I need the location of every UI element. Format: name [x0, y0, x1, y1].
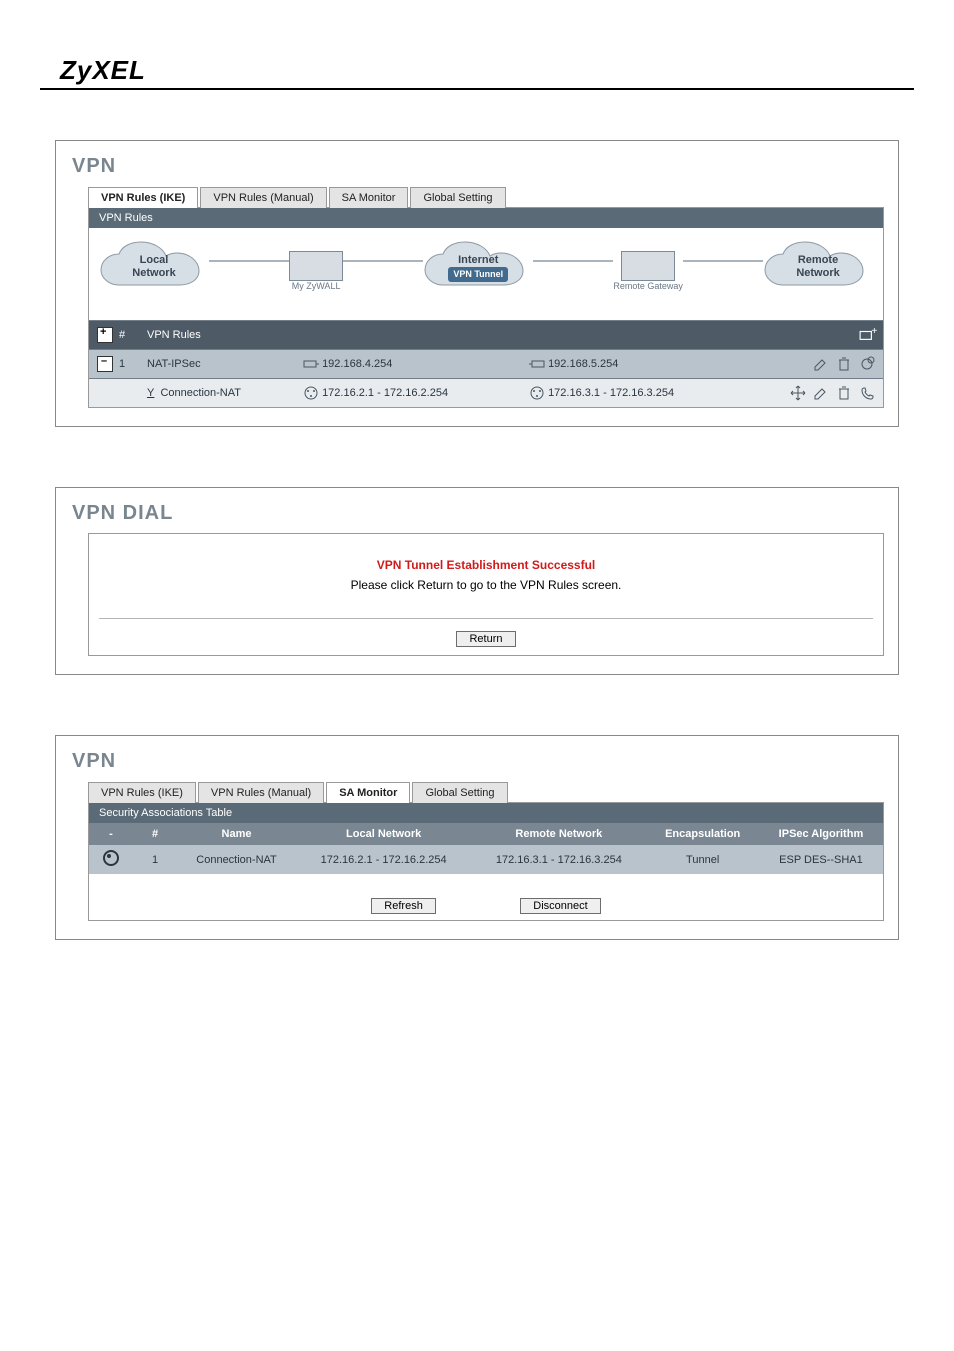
wire-icon [209, 260, 289, 262]
tab-vpn-rules-manual[interactable]: VPN Rules (Manual) [198, 782, 324, 803]
remote-gateway-device: Remote Gateway [613, 251, 683, 291]
column-encapsulation: Encapsulation [646, 823, 759, 845]
policy-name: Connection-NAT [160, 387, 241, 399]
gateway-row: 1 NAT-IPSec 192.168.4.254 192.168.5.254 [89, 350, 883, 379]
column-number: # [133, 823, 177, 845]
column-number-header: # [119, 329, 125, 341]
add-policy-icon[interactable] [859, 356, 875, 372]
internet-cloud: Internet VPN Tunnel [423, 240, 533, 302]
local-network-label: LocalNetwork [99, 254, 209, 280]
tab-vpn-rules-manual[interactable]: VPN Rules (Manual) [200, 187, 326, 208]
column-local-network: Local Network [296, 823, 471, 845]
brand-logo: ZyXEL [60, 55, 954, 86]
remote-network-range: 172.16.3.1 - 172.16.3.254 [548, 387, 674, 399]
column-ipsec-algorithm: IPSec Algorithm [759, 823, 883, 845]
wire-icon [683, 260, 763, 262]
edit-icon[interactable] [813, 356, 829, 372]
tab-global-setting[interactable]: Global Setting [412, 782, 507, 803]
device-icon [621, 251, 675, 281]
sa-table-row: 1 Connection-NAT 172.16.2.1 - 172.16.2.2… [89, 845, 883, 874]
divider [99, 618, 873, 619]
sa-monitor-panel: VPN VPN Rules (IKE) VPN Rules (Manual) S… [55, 735, 899, 940]
gateway-name: NAT-IPSec [139, 350, 295, 379]
vpn-tabs: VPN Rules (IKE) VPN Rules (Manual) SA Mo… [88, 186, 884, 207]
vpn-tunnel-badge: VPN Tunnel [448, 267, 508, 282]
move-icon[interactable] [790, 385, 806, 401]
tab-vpn-rules-ike[interactable]: VPN Rules (IKE) [88, 782, 196, 803]
rules-header-name: VPN Rules [139, 321, 747, 350]
policy-active-marker: Y [147, 387, 154, 399]
expand-all-icon[interactable] [97, 327, 113, 343]
my-zywall-label: My ZyWALL [292, 281, 341, 291]
wire-icon [533, 260, 613, 262]
remote-network-label: RemoteNetwork [763, 254, 873, 280]
row-number: 1 [133, 845, 177, 874]
column-remote-network: Remote Network [471, 823, 646, 845]
sa-table-header: - # Name Local Network Remote Network En… [89, 823, 883, 845]
panel-title: VPN [72, 155, 884, 178]
panel-title: VPN DIAL [72, 502, 884, 525]
header-divider [40, 88, 914, 90]
sa-table: - # Name Local Network Remote Network En… [89, 823, 883, 874]
local-network-range: 172.16.2.1 - 172.16.2.254 [322, 387, 448, 399]
dial-body: VPN Tunnel Establishment Successful Plea… [88, 533, 884, 656]
vpn-rules-section-bar: VPN Rules [89, 208, 883, 228]
topology-diagram: LocalNetwork My ZyWALL Internet VPN Tunn… [89, 228, 883, 320]
rules-header-row: # VPN Rules + [89, 321, 883, 350]
row-select-radio[interactable] [103, 850, 119, 866]
policy-row: Y Connection-NAT 172.16.2.1 - 172.16.2.2… [89, 379, 883, 408]
tab-vpn-rules-ike[interactable]: VPN Rules (IKE) [88, 187, 198, 208]
remote-network-cloud: RemoteNetwork [763, 240, 873, 302]
edit-icon[interactable] [813, 385, 829, 401]
column-select: - [89, 823, 133, 845]
row-local-network: 172.16.2.1 - 172.16.2.254 [296, 845, 471, 874]
row-name: Connection-NAT [177, 845, 296, 874]
collapse-icon[interactable] [97, 356, 113, 372]
vpn-dial-panel: VPN DIAL VPN Tunnel Establishment Succes… [55, 487, 899, 675]
refresh-button[interactable]: Refresh [371, 898, 436, 914]
delete-icon[interactable] [836, 385, 852, 401]
vpn-dial-hint: Please click Return to go to the VPN Rul… [99, 578, 873, 592]
sa-buttons: Refresh Disconnect [89, 874, 883, 920]
device-icon [289, 251, 343, 281]
my-zywall-device: My ZyWALL [289, 251, 343, 291]
tab-sa-monitor[interactable]: SA Monitor [326, 782, 410, 803]
local-gateway-ip: 192.168.4.254 [322, 358, 392, 370]
vpn-rules-panel: VPN VPN Rules (IKE) VPN Rules (Manual) S… [55, 140, 899, 427]
local-network-icon [303, 385, 319, 401]
vpn-tabs: VPN Rules (IKE) VPN Rules (Manual) SA Mo… [88, 781, 884, 802]
tab-body: VPN Rules LocalNetwork My ZyWALL Interne… [88, 207, 884, 408]
panel-title: VPN [72, 750, 884, 773]
return-button[interactable]: Return [456, 631, 515, 647]
delete-icon[interactable] [836, 356, 852, 372]
row-ipsec-algorithm: ESP DES--SHA1 [759, 845, 883, 874]
gateway-index: 1 [119, 358, 125, 370]
column-name: Name [177, 823, 296, 845]
wire-icon [343, 260, 423, 262]
row-encapsulation: Tunnel [646, 845, 759, 874]
tab-body: Security Associations Table - # Name Loc… [88, 802, 884, 921]
vpn-dial-success-message: VPN Tunnel Establishment Successful [99, 558, 873, 572]
svg-text:+: + [871, 327, 877, 337]
remote-gateway-icon [529, 356, 545, 372]
local-network-cloud: LocalNetwork [99, 240, 209, 302]
internet-label: Internet VPN Tunnel [423, 254, 533, 282]
sa-section-bar: Security Associations Table [89, 803, 883, 823]
disconnect-button[interactable]: Disconnect [520, 898, 600, 914]
vpn-rules-table: # VPN Rules + 1 NAT-IPSec 192.168.4.254 … [89, 320, 883, 407]
remote-gateway-label: Remote Gateway [613, 281, 683, 291]
tab-sa-monitor[interactable]: SA Monitor [329, 187, 409, 208]
local-gateway-icon [303, 356, 319, 372]
remote-network-icon [529, 385, 545, 401]
remote-gateway-ip: 192.168.5.254 [548, 358, 618, 370]
add-gateway-icon[interactable]: + [859, 327, 875, 343]
tab-global-setting[interactable]: Global Setting [410, 187, 505, 208]
dial-icon[interactable] [859, 385, 875, 401]
row-remote-network: 172.16.3.1 - 172.16.3.254 [471, 845, 646, 874]
